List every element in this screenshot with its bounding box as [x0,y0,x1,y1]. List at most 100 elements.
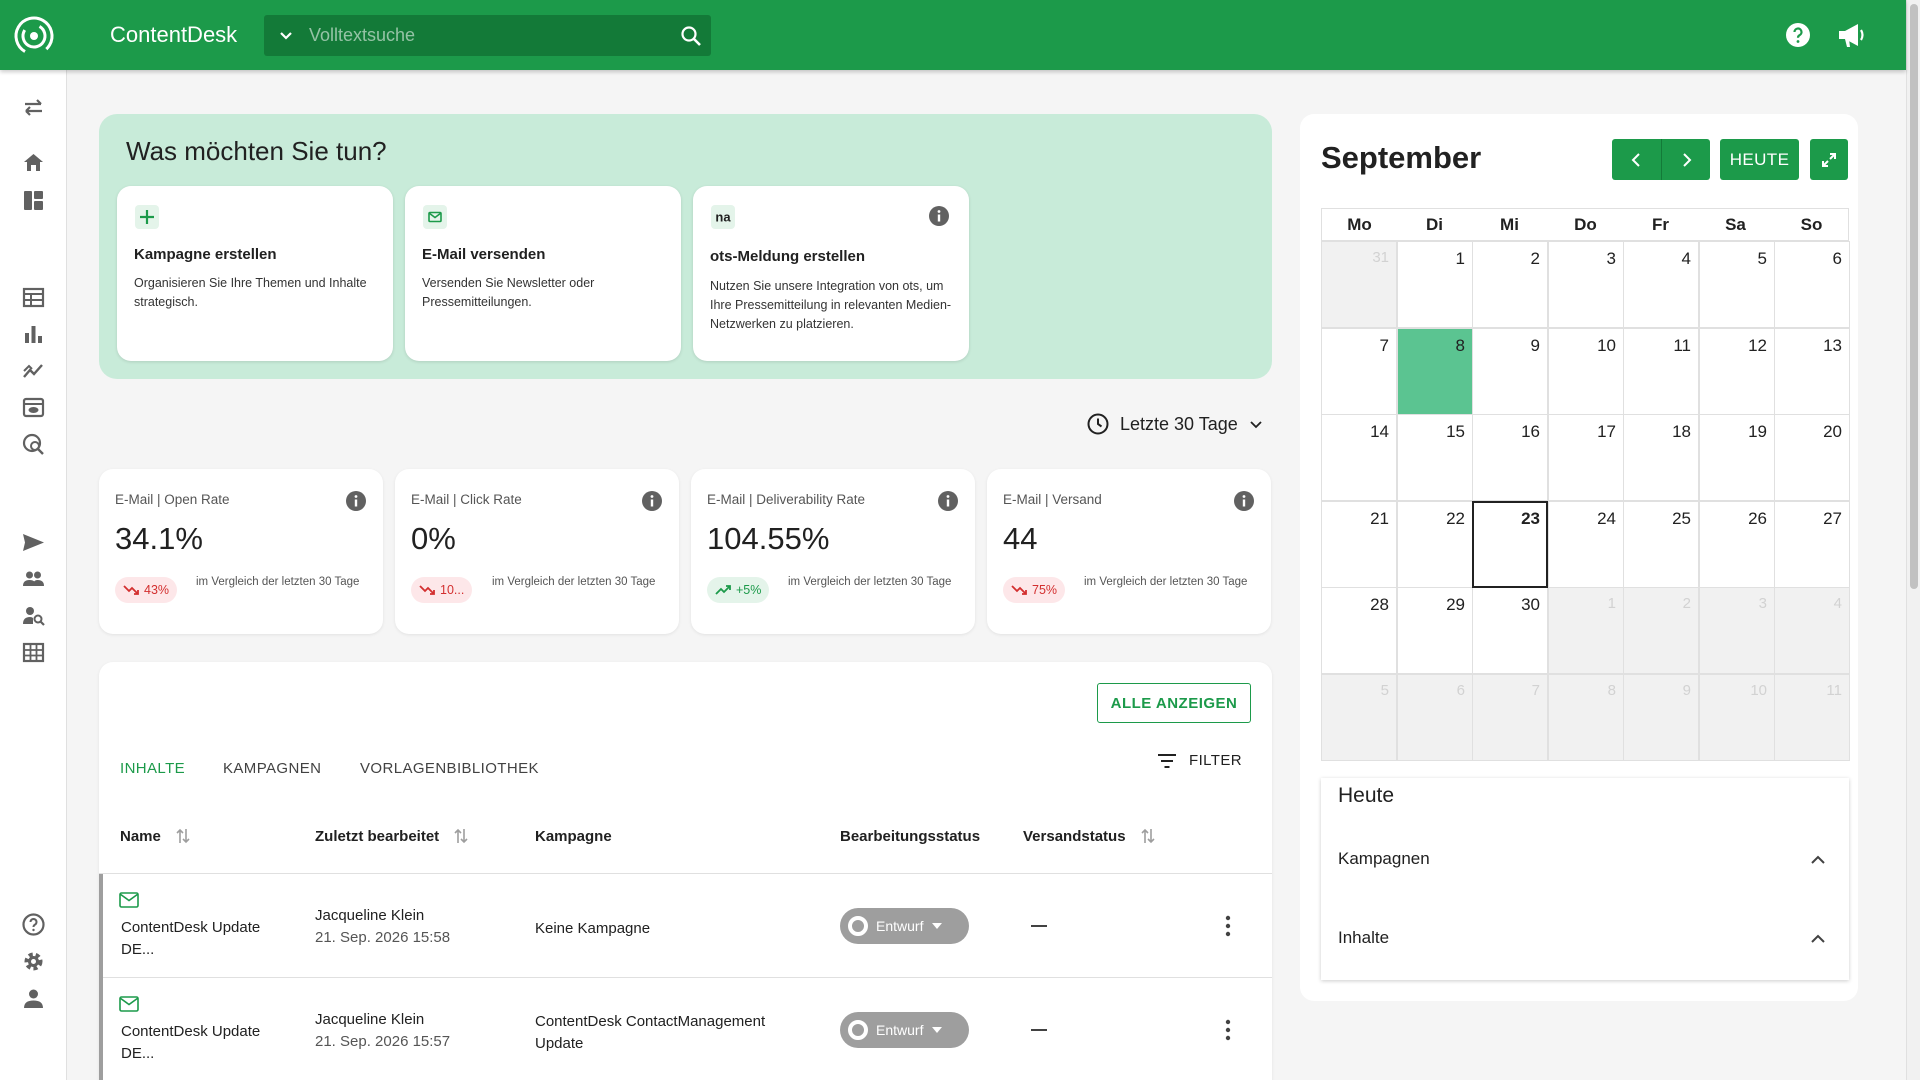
calendar-day-number: 19 [1748,422,1767,441]
calendar-day-cell[interactable]: 5 [1321,674,1397,761]
filter-button[interactable]: FILTER [1157,752,1242,769]
bar-chart-icon[interactable] [21,322,46,347]
calendar-day-cell[interactable]: 3 [1548,241,1624,328]
calendar-expand-button[interactable] [1810,139,1848,180]
calendar-day-cell[interactable]: 28 [1321,587,1397,674]
calendar-day-cell[interactable]: 8 [1548,674,1624,761]
calendar-day-cell[interactable]: 4 [1774,587,1850,674]
calendar-day-cell[interactable]: 13 [1774,328,1850,415]
calendar-day-cell[interactable]: 17 [1548,414,1624,501]
calendar-today-button[interactable]: HEUTE [1720,139,1799,180]
info-icon[interactable] [937,490,959,512]
calendar-day-cell[interactable]: 29 [1397,587,1473,674]
calendar-next-button[interactable] [1661,139,1710,180]
contacts-group-icon[interactable] [21,566,46,591]
row-name[interactable]: ContentDesk Update DE... [121,917,271,961]
scrollbar-thumb[interactable] [1910,4,1918,589]
send-email-card[interactable]: E-Mail versenden Versenden Sie Newslette… [405,186,681,361]
search-icon[interactable] [679,24,703,48]
column-header-name[interactable]: Name [120,827,191,845]
column-header-shipping-status[interactable]: Versandstatus [1023,827,1156,845]
info-icon[interactable] [1233,490,1255,512]
megaphone-icon[interactable] [1836,20,1866,50]
calendar-day-cell[interactable]: 2 [1623,587,1699,674]
create-campaign-card[interactable]: Kampagne erstellen Organisieren Sie Ihre… [117,186,393,361]
table-layout-icon[interactable] [21,285,46,310]
calendar-day-cell[interactable]: 10 [1699,674,1775,761]
dashboard-icon[interactable] [21,188,46,213]
preview-window-icon[interactable] [21,395,46,420]
settings-gear-icon[interactable] [21,949,46,974]
calendar-day-cell[interactable]: 10 [1548,328,1624,415]
calendar-day-cell[interactable]: 3 [1699,587,1775,674]
calendar-day-cell[interactable]: 9 [1472,328,1548,415]
filter-label: FILTER [1189,752,1242,769]
calendar-day-cell[interactable]: 16 [1472,414,1548,501]
calendar-day-cell[interactable]: 27 [1774,501,1850,588]
period-selector[interactable]: Letzte 30 Tage [1086,410,1264,438]
edit-status-dropdown[interactable]: Entwurf [840,1012,969,1048]
edit-status-dropdown[interactable]: Entwurf [840,908,969,944]
more-vertical-icon[interactable] [1225,1019,1231,1041]
tab-vorlagenbibliothek[interactable]: VORLAGENBIBLIOTHEK [360,760,539,777]
calendar-prev-button[interactable] [1612,139,1661,180]
contentdesk-logo-icon[interactable] [12,14,56,58]
calendar-day-cell[interactable]: 8 [1397,328,1473,415]
table-row[interactable]: ContentDesk Update DE... Jacqueline Klei… [99,978,1272,1080]
tab-kampagnen[interactable]: KAMPAGNEN [223,760,321,777]
calendar-day-cell[interactable]: 31 [1321,241,1397,328]
grid-table-icon[interactable] [21,640,46,665]
calendar-day-cell[interactable]: 22 [1397,501,1473,588]
calendar-day-cell[interactable]: 23 [1472,501,1548,588]
calendar-day-cell[interactable]: 14 [1321,414,1397,501]
calendar-day-cell[interactable]: 11 [1623,328,1699,415]
calendar-day-cell[interactable]: 6 [1397,674,1473,761]
kpi-label: E-Mail | Versand [1003,492,1102,507]
calendar-day-cell[interactable]: 30 [1472,587,1548,674]
calendar-day-cell[interactable]: 11 [1774,674,1850,761]
send-icon[interactable] [21,530,46,555]
calendar-day-cell[interactable]: 24 [1548,501,1624,588]
calendar-day-cell[interactable]: 12 [1699,328,1775,415]
calendar-day-cell[interactable]: 26 [1699,501,1775,588]
tab-inhalte[interactable]: INHALTE [120,760,185,777]
info-icon[interactable] [641,490,663,512]
calendar-day-cell[interactable]: 21 [1321,501,1397,588]
user-account-icon[interactable] [21,986,46,1011]
accordion-inhalte[interactable]: Inhalte [1321,913,1849,965]
calendar-day-cell[interactable]: 1 [1397,241,1473,328]
web-search-icon[interactable] [21,432,46,457]
column-header-edited[interactable]: Zuletzt bearbeitet [315,827,469,845]
chevron-down-icon[interactable] [276,26,296,46]
search-input[interactable] [309,15,649,56]
row-name[interactable]: ContentDesk Update DE... [121,1021,271,1065]
calendar-day-cell[interactable]: 15 [1397,414,1473,501]
accordion-kampagnen[interactable]: Kampagnen [1321,834,1849,886]
sidebar [0,70,67,1080]
calendar-day-cell[interactable]: 4 [1623,241,1699,328]
show-all-button[interactable]: ALLE ANZEIGEN [1097,683,1251,723]
trend-chart-icon[interactable] [21,358,46,383]
create-ots-card[interactable]: na ots-Meldung erstellen Nutzen Sie unse… [693,186,969,361]
page-scrollbar[interactable] [1906,0,1920,1080]
info-icon[interactable] [345,490,367,512]
calendar-day-cell[interactable]: 19 [1699,414,1775,501]
calendar-day-cell[interactable]: 2 [1472,241,1548,328]
help-circle-icon[interactable] [21,912,46,937]
calendar-day-cell[interactable]: 6 [1774,241,1850,328]
calendar-day-cell[interactable]: 9 [1623,674,1699,761]
swap-arrows-icon[interactable] [21,95,46,120]
calendar-day-cell[interactable]: 5 [1699,241,1775,328]
help-icon[interactable] [1785,22,1811,48]
calendar-day-cell[interactable]: 25 [1623,501,1699,588]
contact-search-icon[interactable] [21,603,46,628]
calendar-day-cell[interactable]: 7 [1472,674,1548,761]
more-vertical-icon[interactable] [1225,915,1231,937]
calendar-day-cell[interactable]: 1 [1548,587,1624,674]
info-icon[interactable] [928,205,950,227]
calendar-day-cell[interactable]: 7 [1321,328,1397,415]
home-icon[interactable] [21,150,46,175]
calendar-day-cell[interactable]: 20 [1774,414,1850,501]
calendar-day-cell[interactable]: 18 [1623,414,1699,501]
table-row[interactable]: ContentDesk Update DE... Jacqueline Klei… [99,874,1272,978]
